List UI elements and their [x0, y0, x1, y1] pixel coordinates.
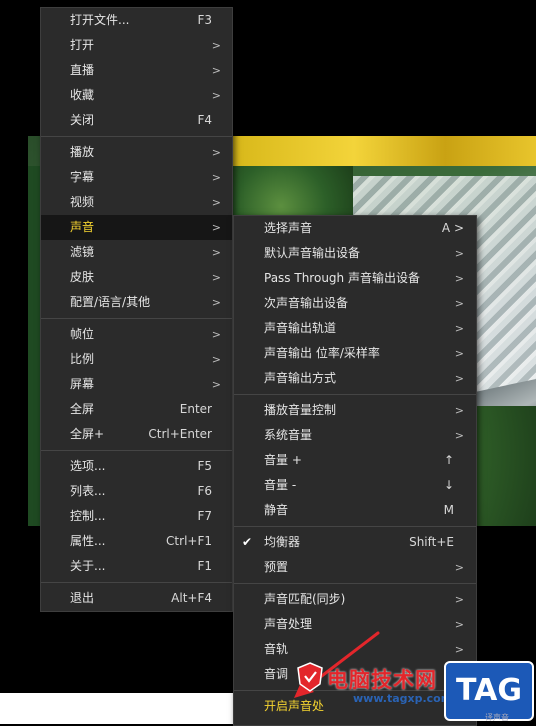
- watermark-corner-text: 译声音: [485, 713, 509, 722]
- annotation-arrow-icon: [294, 631, 380, 698]
- watermark-url: www.tagxp.com: [353, 692, 453, 705]
- watermark-site-name: 电脑技术网: [327, 668, 437, 692]
- watermark-logo-icon: [297, 662, 323, 692]
